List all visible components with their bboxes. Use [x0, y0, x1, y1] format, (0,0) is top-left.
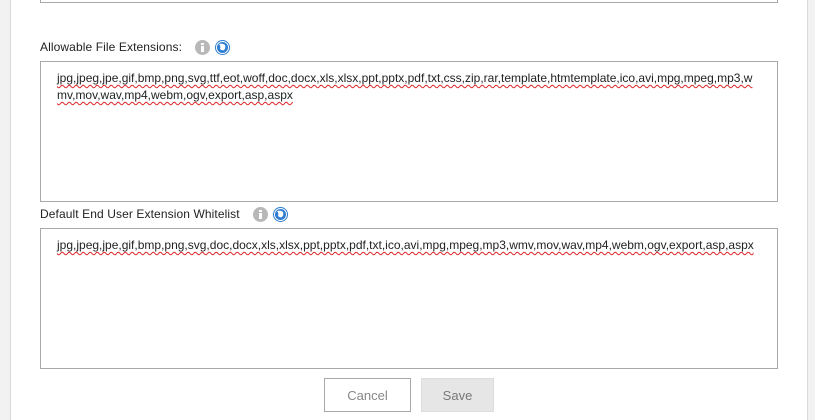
whitelist-label-row: Default End User Extension Whitelist [40, 204, 288, 224]
cancel-button[interactable]: Cancel [324, 378, 411, 412]
info-icon[interactable] [195, 39, 211, 55]
previous-field-bottom-edge[interactable] [40, 0, 778, 3]
info-icon[interactable] [252, 206, 268, 222]
globe-icon[interactable] [272, 206, 288, 222]
allowable-extensions-value: jpg,jpeg,jpe,gif,bmp,png,svg,ttf,eot,wof… [57, 71, 753, 102]
globe-icon[interactable] [215, 39, 231, 55]
save-button[interactable]: Save [421, 378, 494, 412]
allowable-extensions-label: Allowable File Extensions: [40, 40, 183, 54]
whitelist-label: Default End User Extension Whitelist [40, 207, 240, 221]
allowable-extensions-label-row: Allowable File Extensions: [40, 37, 231, 57]
allowable-extensions-textarea[interactable]: jpg,jpeg,jpe,gif,bmp,png,svg,ttf,eot,wof… [40, 61, 778, 202]
whitelist-value: jpg,jpeg,jpe,gif,bmp,png,svg,doc,docx,xl… [57, 238, 754, 252]
whitelist-textarea[interactable]: jpg,jpeg,jpe,gif,bmp,png,svg,doc,docx,xl… [40, 228, 778, 369]
